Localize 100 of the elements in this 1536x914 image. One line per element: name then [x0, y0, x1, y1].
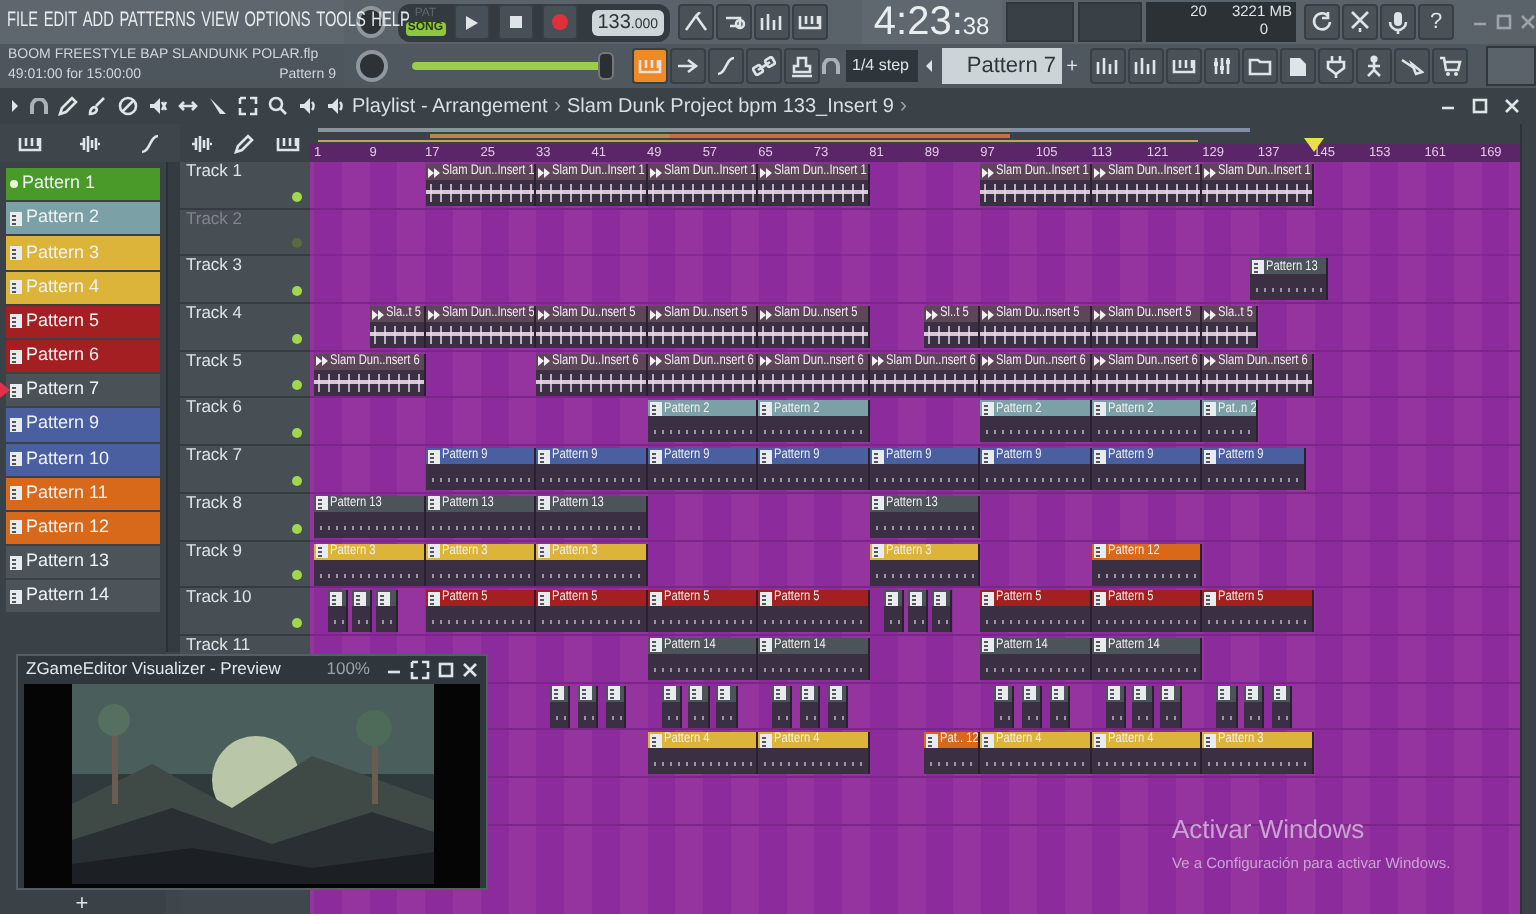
- keyboard-icon[interactable]: [632, 48, 668, 84]
- track-enable-dot[interactable]: [292, 238, 302, 249]
- pattern-clip[interactable]: [661, 685, 682, 728]
- pattern-clip[interactable]: [827, 685, 849, 728]
- brush-icon[interactable]: [88, 96, 108, 116]
- pattern-clip[interactable]: [1049, 685, 1071, 728]
- track-name[interactable]: Track 8: [186, 493, 243, 513]
- track-name[interactable]: Track 5: [186, 351, 243, 371]
- figure-icon[interactable]: [1356, 48, 1392, 84]
- maximize-icon[interactable]: [438, 660, 454, 680]
- pattern-clip[interactable]: [931, 590, 953, 633]
- pitch-knob[interactable]: [356, 50, 388, 82]
- pattern-item[interactable]: Pattern 9: [6, 408, 160, 441]
- magnet-icon[interactable]: [822, 57, 840, 75]
- piano-icon[interactable]: [792, 4, 829, 40]
- menu-item[interactable]: ADD: [82, 10, 114, 34]
- slip-icon[interactable]: [178, 96, 198, 116]
- pattern-item[interactable]: Pattern 10: [6, 443, 160, 476]
- waveform-icon[interactable]: [190, 133, 215, 153]
- pattern-clip[interactable]: [994, 685, 1015, 728]
- document-icon[interactable]: [1280, 48, 1316, 84]
- pattern-item[interactable]: Pattern 6: [6, 339, 160, 373]
- track-name[interactable]: Track 11: [186, 635, 251, 655]
- microphone-icon[interactable]: [1380, 4, 1416, 40]
- pattern-clip[interactable]: [1216, 685, 1237, 728]
- menu-item[interactable]: TOOLS: [316, 10, 366, 34]
- left-arrow-icon[interactable]: [924, 58, 934, 74]
- scissors-icon[interactable]: [1342, 4, 1378, 40]
- track-name[interactable]: Track 6: [186, 398, 243, 418]
- stamp-icon[interactable]: [784, 48, 820, 84]
- browser-icon[interactable]: [1242, 48, 1278, 84]
- track-name[interactable]: Track 4: [186, 304, 243, 323]
- pattern-clip[interactable]: [1160, 685, 1182, 728]
- bars-icon[interactable]: [754, 4, 791, 40]
- track-enable-dot[interactable]: [292, 617, 302, 628]
- stop-button[interactable]: [497, 4, 534, 40]
- pattern-item[interactable]: Pattern 14: [6, 580, 160, 613]
- pencil-icon[interactable]: [234, 133, 255, 153]
- curve-icon[interactable]: [708, 48, 744, 84]
- track-enable-dot[interactable]: [292, 570, 302, 581]
- close-icon[interactable]: [1504, 98, 1520, 114]
- maximize-icon[interactable]: [1472, 98, 1488, 114]
- delete-icon[interactable]: [118, 96, 138, 116]
- link-icon[interactable]: [746, 48, 782, 84]
- cart-icon[interactable]: [1432, 48, 1468, 84]
- track-name[interactable]: Track 9: [186, 541, 243, 560]
- help-button[interactable]: ?: [1418, 4, 1454, 40]
- fullscreen-icon[interactable]: [410, 660, 430, 680]
- pattern-clip[interactable]: [549, 685, 571, 728]
- track-name[interactable]: Track 1: [186, 162, 243, 181]
- snap-dropdown[interactable]: 1/4 step: [846, 50, 918, 82]
- speaker-icon[interactable]: [298, 96, 318, 116]
- pattern-clip[interactable]: [716, 685, 738, 728]
- slice-icon[interactable]: [208, 96, 228, 116]
- pattern-clip[interactable]: [352, 590, 373, 633]
- pattern-clip[interactable]: [1105, 685, 1126, 728]
- menu-item[interactable]: FILE: [7, 10, 39, 34]
- track-name[interactable]: Track 7: [186, 446, 243, 465]
- track-enable-dot[interactable]: [292, 428, 302, 439]
- pattern-clip[interactable]: [577, 685, 599, 728]
- pattern-clip[interactable]: [772, 685, 793, 728]
- track-enable-dot[interactable]: [292, 286, 302, 297]
- select-icon[interactable]: [238, 96, 258, 116]
- add-pattern-button[interactable]: +: [1062, 55, 1082, 77]
- track-enable-dot[interactable]: [292, 475, 302, 486]
- close-icon[interactable]: [462, 660, 478, 680]
- pattern-clip[interactable]: [1271, 685, 1293, 728]
- zoom-level[interactable]: 100%: [326, 660, 370, 680]
- chart-icon[interactable]: [1090, 48, 1126, 84]
- menu-item[interactable]: PATTERNS: [119, 10, 196, 34]
- add-button[interactable]: +: [72, 892, 92, 914]
- scrollbar[interactable]: [166, 162, 180, 652]
- loop-icon[interactable]: [716, 4, 753, 40]
- track-enable-dot[interactable]: [292, 380, 302, 391]
- track-name[interactable]: Track 3: [186, 256, 243, 276]
- pattern-clip[interactable]: [799, 685, 821, 728]
- menu-item[interactable]: VIEW: [201, 10, 239, 34]
- mute-icon[interactable]: [148, 96, 168, 116]
- pattern-clip[interactable]: [1021, 685, 1043, 728]
- track-enable-dot[interactable]: [292, 333, 302, 344]
- pattern-item[interactable]: Pattern 5: [6, 305, 160, 338]
- pattern-clip[interactable]: [605, 685, 627, 728]
- pattern-clip[interactable]: [883, 590, 904, 633]
- menu-item[interactable]: EDIT: [43, 10, 78, 34]
- pattern-item[interactable]: Pattern 13: [6, 546, 160, 579]
- breadcrumb-item[interactable]: Slam Dunk Project bpm 133_Insert 9: [567, 95, 894, 117]
- step-sequencer-icon[interactable]: [1128, 48, 1164, 84]
- track-enable-dot[interactable]: [292, 523, 302, 533]
- magnet-icon[interactable]: [30, 97, 48, 115]
- pencil-icon[interactable]: [58, 96, 78, 116]
- pattern-clip[interactable]: [688, 685, 710, 728]
- play-button[interactable]: [453, 4, 490, 40]
- zoom-icon[interactable]: [268, 96, 288, 116]
- pattern-clip[interactable]: [907, 590, 929, 633]
- pattern-selector[interactable]: Pattern 7: [942, 48, 1062, 84]
- shovel-icon[interactable]: [1394, 48, 1430, 84]
- scrollbar[interactable]: [1520, 162, 1536, 914]
- automation-icon[interactable]: [138, 133, 162, 153]
- breadcrumb-item[interactable]: Playlist - Arrangement: [352, 95, 548, 117]
- menu-item[interactable]: HELP: [371, 10, 410, 34]
